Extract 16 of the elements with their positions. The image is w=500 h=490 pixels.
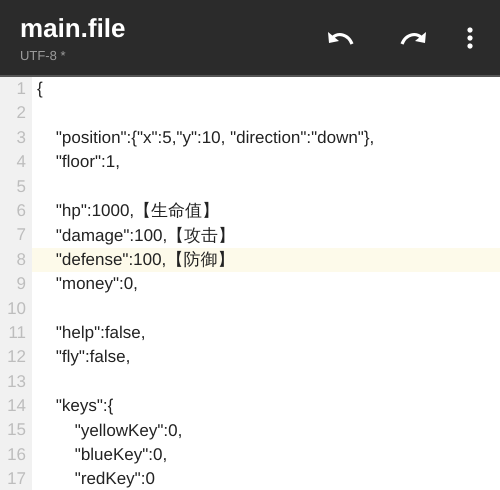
code-text: "keys":{	[54, 395, 114, 418]
code-text: "hp":1000,【生命值】	[54, 200, 220, 222]
code-text: "damage":100,【攻击】	[54, 224, 236, 247]
code-text: "floor":1,	[54, 151, 120, 174]
code-text: "yellowKey":0,	[74, 420, 182, 442]
encoding-label: UTF-8 *	[20, 48, 66, 63]
code-text: "defense":100,【防御】	[54, 248, 234, 271]
code-text: "help":false,	[54, 322, 146, 344]
code-text: "fly":false,	[54, 346, 130, 368]
menu-icon	[466, 26, 474, 50]
code-text: "blueKey":0,	[74, 444, 168, 466]
code-text: "position":{"x":5,"y":10, "direction":"down"},	[54, 126, 374, 149]
code-text: "redKey":0	[74, 468, 155, 490]
file-title: main.file	[20, 12, 126, 44]
code-text: {	[37, 78, 43, 100]
code-text: "money":0,	[54, 273, 138, 296]
